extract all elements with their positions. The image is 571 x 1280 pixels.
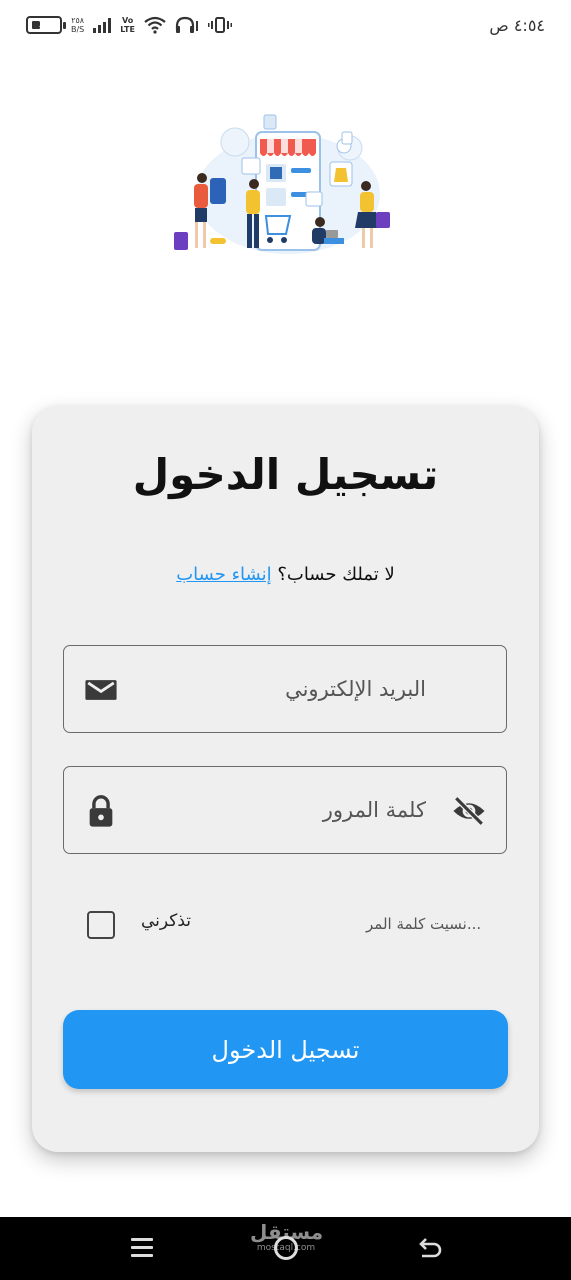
headphones-icon (175, 16, 198, 33)
signup-prompt: لا تملك حساب؟ إنشاء حساب (32, 564, 539, 585)
signal-icon (93, 17, 112, 33)
password-field[interactable] (63, 766, 507, 854)
remember-me-checkbox[interactable] (87, 911, 115, 939)
volte-label-bottom: LTE (120, 25, 135, 34)
recent-apps-button[interactable] (131, 1238, 153, 1258)
no-account-text: لا تملك حساب؟ (277, 564, 395, 585)
status-bar: 15 ٢٥٨ B/S Vo LTE ٤:٥٤ ص (0, 0, 571, 58)
vibrate-icon (207, 17, 232, 33)
login-card: تسجيل الدخول لا تملك حساب؟ إنشاء حساب ..… (32, 406, 539, 1152)
eye-off-icon[interactable] (452, 794, 486, 828)
page-title: تسجيل الدخول (132, 450, 439, 499)
volte-label-top: Vo (121, 16, 134, 25)
home-button[interactable] (274, 1236, 298, 1260)
navigation-bar: مستقل mostaql.com (0, 1217, 571, 1280)
back-button[interactable] (414, 1234, 444, 1264)
email-field[interactable] (63, 645, 507, 733)
remember-me-label: تذكرني (140, 911, 191, 931)
forgot-password-link[interactable]: ...نسيت كلمة المر (366, 915, 481, 933)
wifi-icon (144, 16, 166, 34)
network-speed: ٢٥٨ B/S (71, 16, 84, 34)
shopping-illustration (174, 114, 390, 254)
network-speed-unit: B/S (71, 25, 85, 34)
login-button[interactable]: تسجيل الدخول (63, 1010, 508, 1089)
envelope-icon (85, 680, 117, 700)
password-input[interactable] (136, 789, 426, 831)
create-account-link[interactable]: إنشاء حساب (176, 564, 271, 585)
clock: ٤:٥٤ ص (489, 16, 545, 35)
network-speed-value: ٢٥٨ (71, 16, 85, 25)
lock-icon (89, 795, 113, 827)
battery-icon: 15 (26, 16, 66, 34)
volte-icon: Vo LTE (120, 16, 135, 34)
email-input[interactable] (136, 668, 426, 710)
status-icons: 15 ٢٥٨ B/S Vo LTE (26, 16, 232, 34)
battery-level: 15 (38, 20, 50, 30)
